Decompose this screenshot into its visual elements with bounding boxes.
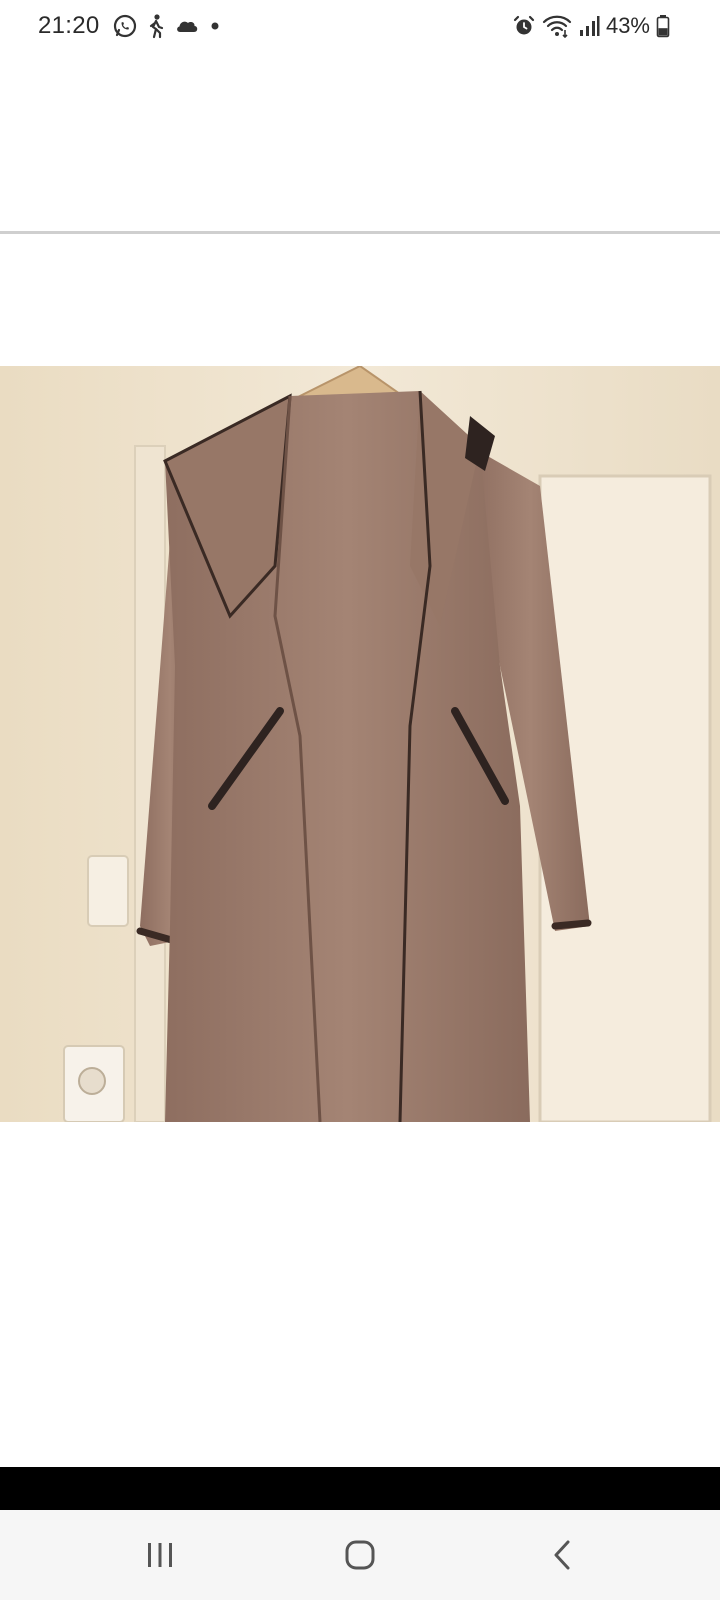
walking-icon <box>146 13 166 39</box>
battery-icon <box>656 14 670 38</box>
recent-apps-button[interactable] <box>130 1530 190 1580</box>
product-image[interactable] <box>0 366 720 1122</box>
header-divider <box>0 231 720 234</box>
light-switch <box>87 855 129 927</box>
back-chevron-icon <box>550 1539 574 1571</box>
signal-icon <box>578 15 600 37</box>
bottom-black-bar <box>0 1467 720 1510</box>
status-system-icons: 43% <box>512 13 670 39</box>
back-button[interactable] <box>532 1530 592 1580</box>
navigation-bar <box>0 1510 720 1600</box>
wifi-icon <box>542 14 572 38</box>
status-time: 21:20 <box>38 12 100 39</box>
dot-icon <box>208 19 222 33</box>
status-notification-icons <box>112 13 222 39</box>
status-bar: 21:20 43% <box>0 0 720 56</box>
recent-apps-icon <box>144 1541 176 1569</box>
whatsapp-icon <box>112 13 138 39</box>
cloud-icon <box>174 16 200 36</box>
battery-percent: 43% <box>605 13 650 38</box>
home-button[interactable] <box>330 1530 390 1580</box>
home-icon <box>344 1539 376 1571</box>
alarm-icon <box>512 14 536 38</box>
